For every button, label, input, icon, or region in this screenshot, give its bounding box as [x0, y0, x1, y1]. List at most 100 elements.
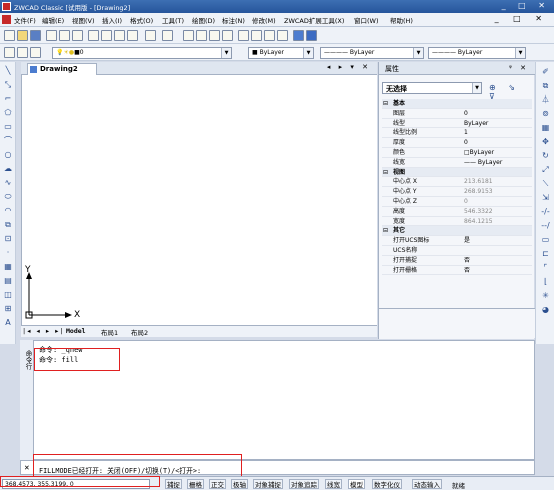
pan-icon[interactable]: [183, 30, 194, 41]
menu-tools[interactable]: 工具(T): [162, 15, 184, 25]
make-block-icon[interactable]: ⊡: [3, 234, 13, 244]
ortho-toggle[interactable]: 正交: [209, 479, 226, 489]
property-value[interactable]: 否: [464, 256, 532, 266]
property-value[interactable]: 0: [464, 109, 532, 119]
match-properties-icon[interactable]: [127, 30, 138, 41]
property-row[interactable]: 宽度 864.1215: [382, 217, 532, 227]
calculator-icon[interactable]: [277, 30, 288, 41]
spline-icon[interactable]: ∿: [3, 178, 13, 188]
tab-layout2[interactable]: 布局2: [131, 327, 148, 337]
lengthen-icon[interactable]: ⇲: [540, 192, 551, 203]
ellipse-arc-icon[interactable]: ◠: [3, 206, 13, 216]
open-icon[interactable]: [17, 30, 28, 41]
paste-icon[interactable]: [114, 30, 125, 41]
tool-palette-icon[interactable]: [264, 30, 275, 41]
menu-insert[interactable]: 插入(I): [102, 15, 122, 25]
trim-icon[interactable]: -/-: [540, 206, 551, 217]
close-icon[interactable]: ✕: [24, 464, 30, 472]
plot-icon[interactable]: [72, 30, 83, 41]
table-icon[interactable]: ⊞: [3, 304, 13, 314]
tab-model[interactable]: Model: [66, 327, 86, 335]
selection-dropdown[interactable]: 无选择 ▼: [382, 82, 482, 94]
property-row[interactable]: 线型 ByLayer: [382, 119, 532, 129]
mdi-controls[interactable]: _ □ ✕: [495, 14, 548, 23]
preview-icon[interactable]: [59, 30, 70, 41]
rotate-icon[interactable]: ↻: [540, 150, 551, 161]
extend-icon[interactable]: --/: [540, 220, 551, 231]
collapse-icon[interactable]: ⊟: [383, 226, 388, 236]
chamfer-icon[interactable]: ⌜: [540, 262, 551, 273]
menu-extension[interactable]: ZWCAD扩展工具(X): [284, 15, 344, 25]
point-icon[interactable]: ·: [3, 248, 13, 258]
property-value[interactable]: 213.6181: [464, 177, 532, 187]
menu-file[interactable]: 文件(F): [14, 15, 36, 25]
menu-modify[interactable]: 修改(M): [252, 15, 276, 25]
rectangle-icon[interactable]: ▭: [3, 122, 13, 132]
property-row[interactable]: 图层 0: [382, 109, 532, 119]
property-value[interactable]: 268.9153: [464, 187, 532, 197]
construction-line-icon[interactable]: ⤡: [3, 80, 13, 90]
cut-icon[interactable]: [88, 30, 99, 41]
property-value[interactable]: 864.1215: [464, 217, 532, 227]
layer-combo[interactable]: 💡☀●■0 ▼: [52, 47, 232, 59]
property-row[interactable]: 线宽 —— ByLayer: [382, 158, 532, 168]
array-icon[interactable]: ▦: [540, 122, 551, 133]
redo-icon[interactable]: [162, 30, 173, 41]
menu-format[interactable]: 格式(O): [130, 15, 153, 25]
model-toggle[interactable]: 模型: [348, 479, 365, 489]
mtext-icon[interactable]: A: [3, 318, 13, 328]
property-category[interactable]: 基本 ⊟: [382, 99, 532, 109]
collapse-icon[interactable]: ⊟: [383, 168, 388, 178]
panel-controls[interactable]: ᵠ ✕: [509, 64, 529, 72]
tablet-toggle[interactable]: 数字化仪: [372, 479, 402, 489]
window-controls[interactable]: _ □ ✕: [502, 1, 550, 10]
menu-view[interactable]: 视图(V): [72, 15, 95, 25]
zoom-window-icon[interactable]: [209, 30, 220, 41]
property-row[interactable]: 厚度 0: [382, 138, 532, 148]
region-icon[interactable]: ◫: [3, 290, 13, 300]
print-icon[interactable]: [46, 30, 57, 41]
edit-polyline-icon[interactable]: ◕: [540, 304, 551, 315]
snap-toggle[interactable]: 捕捉: [165, 479, 182, 489]
tab-layout1[interactable]: 布局1: [101, 327, 118, 337]
lineweight-combo[interactable]: ———— ByLayer ▼: [428, 47, 526, 59]
property-value[interactable]: ByLayer: [464, 119, 532, 129]
chevron-down-icon[interactable]: ▼: [515, 48, 525, 58]
web-icon[interactable]: [293, 30, 304, 41]
fillet-icon[interactable]: ⌊: [540, 276, 551, 287]
lineweight-toggle[interactable]: 线宽: [325, 479, 342, 489]
chevron-down-icon[interactable]: ▼: [472, 83, 481, 93]
collapse-icon[interactable]: ⊟: [383, 99, 388, 109]
menu-draw[interactable]: 绘图(D): [192, 15, 215, 25]
scale-icon[interactable]: ⤢: [540, 164, 551, 175]
ellipse-icon[interactable]: ⬭: [3, 192, 13, 202]
property-value[interactable]: 是: [464, 236, 532, 246]
osnap-toggle[interactable]: 对象捕捉: [253, 479, 283, 489]
join-icon[interactable]: ⊏: [540, 248, 551, 259]
menu-dimension[interactable]: 标注(N): [222, 15, 245, 25]
tab-nav-arrows[interactable]: |◂ ◂ ▸ ▸|: [23, 327, 65, 335]
move-icon[interactable]: ✥: [540, 136, 551, 147]
design-center-icon[interactable]: [251, 30, 262, 41]
property-row[interactable]: 打开捕捉 否: [382, 256, 532, 266]
copy-icon[interactable]: [101, 30, 112, 41]
offset-icon[interactable]: ⊚: [540, 108, 551, 119]
insert-block-icon[interactable]: ⧉: [3, 220, 13, 230]
polyline-icon[interactable]: ⌐: [3, 94, 13, 104]
revision-cloud-icon[interactable]: ☁: [3, 164, 13, 174]
drawing-canvas[interactable]: Y X: [21, 75, 377, 325]
arc-icon[interactable]: ⌒: [3, 136, 13, 146]
circle-icon[interactable]: ○: [3, 150, 13, 160]
property-value[interactable]: 否: [464, 266, 532, 276]
properties-icon[interactable]: [238, 30, 249, 41]
otrack-toggle[interactable]: 对象追踪: [289, 479, 319, 489]
property-row[interactable]: UCS名称: [382, 246, 532, 256]
layer-manager-icon[interactable]: [4, 47, 15, 58]
mirror-icon[interactable]: ⏃: [540, 94, 551, 105]
tab-drawing2[interactable]: Drawing2: [27, 63, 97, 75]
property-value[interactable]: 546.3322: [464, 207, 532, 217]
linetype-combo[interactable]: ———— ByLayer ▼: [320, 47, 424, 59]
color-combo[interactable]: ■ ByLayer ▼: [248, 47, 314, 59]
zoom-previous-icon[interactable]: [222, 30, 233, 41]
chevron-down-icon[interactable]: ▼: [413, 48, 423, 58]
